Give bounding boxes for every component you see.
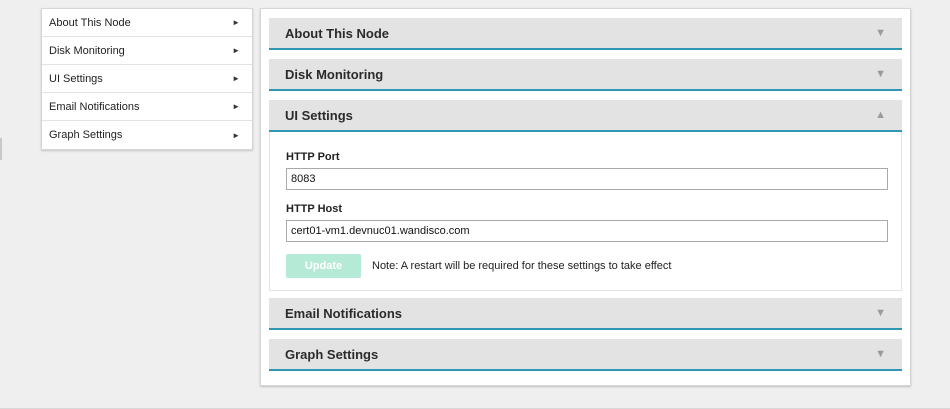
- sidebar-item-about-this-node[interactable]: About This Node ►: [42, 9, 252, 37]
- window-edge-marker: [0, 138, 2, 160]
- caret-right-icon: ►: [232, 130, 240, 140]
- settings-sidebar: About This Node ► Disk Monitoring ► UI S…: [41, 8, 253, 150]
- accordion-title: Disk Monitoring: [285, 66, 384, 82]
- http-port-label: HTTP Port: [286, 151, 340, 163]
- accordion-header-disk-monitoring[interactable]: Disk Monitoring ▼: [269, 59, 902, 91]
- caret-right-icon: ►: [232, 46, 240, 55]
- sidebar-item-label: UI Settings: [49, 72, 103, 85]
- accordion-header-ui-settings[interactable]: UI Settings ▲: [269, 100, 902, 132]
- chevron-down-icon: ▼: [875, 307, 886, 319]
- sidebar-item-disk-monitoring[interactable]: Disk Monitoring ►: [42, 37, 252, 65]
- http-port-input[interactable]: [286, 168, 888, 190]
- http-host-input[interactable]: [286, 220, 888, 242]
- settings-panel: About This Node ▼ Disk Monitoring ▼ UI S…: [260, 8, 911, 386]
- caret-right-icon: ►: [232, 18, 240, 27]
- restart-note: Note: A restart will be required for the…: [372, 260, 672, 272]
- caret-right-icon: ►: [232, 102, 240, 111]
- chevron-down-icon: ▼: [875, 68, 886, 80]
- sidebar-item-label: About This Node: [49, 16, 131, 29]
- chevron-down-icon: ▼: [875, 27, 886, 39]
- chevron-down-icon: ▼: [875, 348, 886, 360]
- accordion-title: UI Settings: [285, 107, 353, 123]
- accordion-header-graph-settings[interactable]: Graph Settings ▼: [269, 339, 902, 371]
- form-actions: Update Note: A restart will be required …: [286, 254, 885, 278]
- caret-right-icon: ►: [232, 74, 240, 83]
- sidebar-item-label: Graph Settings: [49, 129, 123, 141]
- update-button[interactable]: Update: [286, 254, 361, 278]
- sidebar-item-email-notifications[interactable]: Email Notifications ►: [42, 93, 252, 121]
- sidebar-item-ui-settings[interactable]: UI Settings ►: [42, 65, 252, 93]
- accordion-title: Email Notifications: [285, 305, 403, 321]
- accordion-header-about-this-node[interactable]: About This Node ▼: [269, 18, 902, 50]
- ui-settings-form: HTTP Port HTTP Host Update Note: A resta…: [269, 132, 902, 291]
- chevron-up-icon: ▲: [875, 109, 886, 121]
- accordion-title: Graph Settings: [285, 346, 379, 362]
- sidebar-item-graph-settings[interactable]: Graph Settings ►: [42, 121, 252, 149]
- sidebar-item-label: Disk Monitoring: [49, 44, 125, 57]
- http-host-label: HTTP Host: [286, 203, 343, 215]
- accordion-header-email-notifications[interactable]: Email Notifications ▼: [269, 298, 902, 330]
- accordion-title: About This Node: [285, 25, 389, 41]
- sidebar-item-label: Email Notifications: [49, 100, 140, 113]
